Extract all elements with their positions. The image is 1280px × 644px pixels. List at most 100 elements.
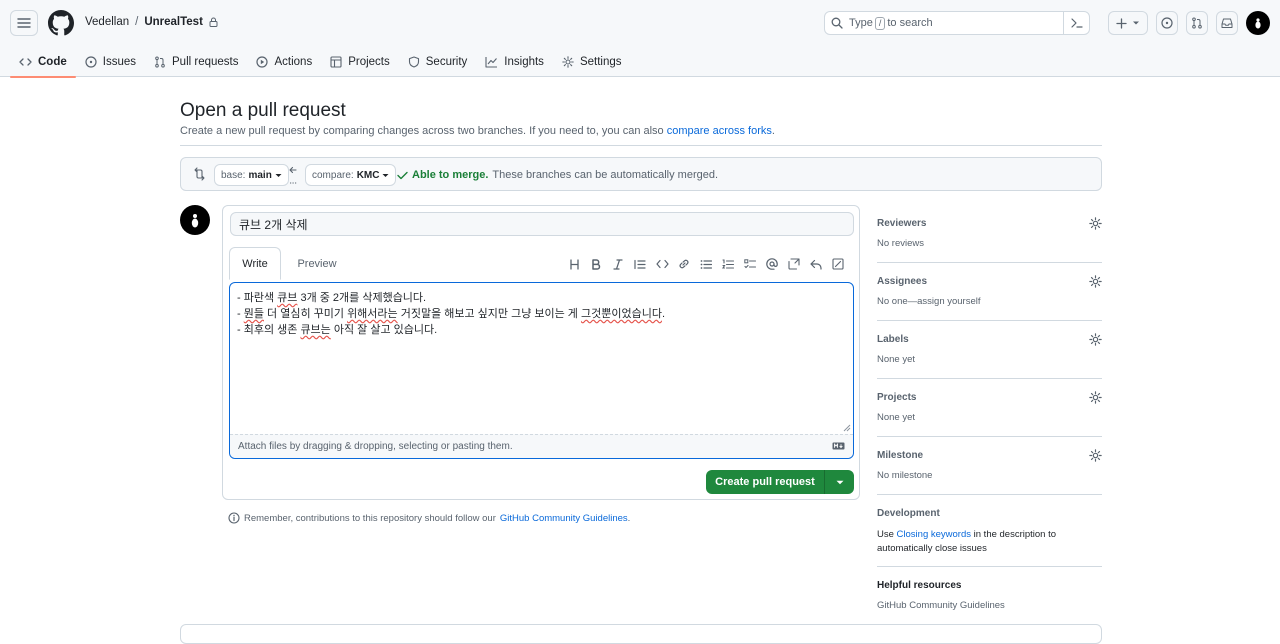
cross-reference-icon (788, 258, 800, 270)
info-icon (228, 512, 240, 524)
tab-actions[interactable]: Actions (247, 46, 321, 77)
pr-title-input[interactable]: 큐브 2개 삭제 (230, 212, 854, 236)
check-icon (397, 171, 408, 179)
mention-button[interactable] (761, 255, 783, 273)
projects-gear-icon[interactable] (1089, 391, 1102, 404)
helpful-resources-link[interactable]: GitHub Community Guidelines (877, 600, 1005, 611)
issue-circle-icon (1161, 17, 1173, 29)
inbox-button[interactable] (1216, 11, 1238, 35)
italic-icon (613, 258, 623, 270)
tab-issues[interactable]: Issues (76, 46, 145, 77)
milestone-gear-icon[interactable] (1089, 449, 1102, 462)
code-icon (19, 57, 32, 66)
base-branch-select[interactable]: base: main (214, 164, 289, 186)
tab-projects[interactable]: Projects (321, 46, 399, 77)
triangle-down-icon (382, 173, 389, 177)
triangle-down-icon (836, 480, 843, 484)
create-new-button[interactable] (1108, 11, 1148, 35)
fullscreen-button[interactable] (827, 255, 849, 273)
resize-handle-icon[interactable] (843, 424, 851, 432)
merge-status: Able to merge. These branches can be aut… (397, 169, 718, 181)
labels-value: None yet (877, 354, 916, 365)
assign-yourself-link[interactable]: assign yourself (917, 296, 980, 307)
menu-button[interactable] (10, 10, 38, 36)
bold-button[interactable] (585, 255, 607, 273)
compare-branch-select[interactable]: compare: KMC (305, 164, 397, 186)
ordered-list-button[interactable] (717, 255, 739, 273)
milestone-section: Milestone No milestone (877, 437, 1102, 495)
tab-actions-label: Actions (274, 55, 313, 68)
undo-button[interactable] (805, 255, 827, 273)
pull-requests-button[interactable] (1186, 11, 1208, 35)
repo-name-link[interactable]: UnrealTest (144, 16, 203, 28)
tab-preview[interactable]: Preview (287, 247, 347, 280)
reviewers-section: Reviewers No reviews (877, 205, 1102, 263)
issues-button[interactable] (1156, 11, 1178, 35)
terminal-icon (1070, 18, 1083, 28)
reviewers-gear-icon[interactable] (1089, 217, 1102, 230)
graph-icon (485, 56, 498, 68)
quote-button[interactable] (629, 255, 651, 273)
tab-code-label: Code (38, 55, 67, 68)
labels-gear-icon[interactable] (1089, 333, 1102, 346)
code-icon (655, 259, 669, 269)
breadcrumb: Vedellan / UnrealTest (85, 16, 218, 28)
shield-icon (408, 55, 419, 68)
app-header: Vedellan / UnrealTest Type / to search C… (0, 0, 1280, 78)
subtitle-end: . (771, 125, 775, 137)
tab-settings-label: Settings (579, 55, 622, 68)
search-placeholder-suffix: to search (887, 17, 933, 29)
inbox-icon (1221, 18, 1233, 28)
closing-keywords-link[interactable]: Closing keywords (897, 529, 971, 540)
milestone-value: No milestone (877, 470, 933, 481)
code-button[interactable] (651, 255, 673, 273)
task-list-button[interactable] (739, 255, 761, 273)
heading-button[interactable] (563, 255, 585, 273)
pr-body-textarea[interactable]: - 파란색 큐브 3개 중 2개를 삭제했습니다. - 뭔들 더 열심히 꾸미기… (229, 282, 854, 459)
github-logo-icon[interactable] (48, 10, 74, 36)
quote-icon (634, 259, 646, 269)
development-text-1: Use (877, 529, 894, 540)
assignees-none: No one— (877, 296, 918, 307)
user-avatar[interactable] (1246, 11, 1270, 35)
base-branch-label: base: (221, 169, 246, 181)
link-button[interactable] (673, 255, 695, 273)
compare-across-forks-link[interactable]: compare across forks (667, 125, 772, 137)
tab-insights[interactable]: Insights (476, 46, 553, 77)
create-options-dropdown[interactable] (825, 480, 854, 485)
tab-write[interactable]: Write (229, 247, 281, 280)
helpful-resources-title: Helpful resources (877, 580, 962, 591)
reply-icon (810, 259, 822, 270)
tab-code[interactable]: Code (10, 46, 76, 78)
tab-projects-label: Projects (348, 55, 390, 68)
table-icon (330, 55, 342, 68)
create-pull-request-button[interactable]: Create pull request (706, 470, 854, 494)
unordered-list-button[interactable] (695, 255, 717, 273)
command-palette-button[interactable] (1063, 12, 1089, 34)
reference-button[interactable] (783, 255, 805, 273)
attach-files-bar[interactable]: Attach files by dragging & dropping, sel… (230, 434, 853, 458)
community-guidelines-link[interactable]: GitHub Community Guidelines (500, 513, 628, 524)
italic-button[interactable] (607, 255, 629, 273)
contribution-note-text: Remember, contributions to this reposito… (244, 512, 496, 524)
mention-icon (766, 258, 778, 270)
markdown-toolbar (563, 255, 849, 273)
tab-settings[interactable]: Settings (553, 46, 631, 77)
labels-title: Labels (877, 334, 909, 345)
development-text-3: automatically close issues (877, 543, 987, 554)
tab-insights-label: Insights (504, 55, 544, 68)
tab-pull-requests[interactable]: Pull requests (145, 46, 247, 77)
search-input[interactable]: Type / to search (824, 11, 1090, 35)
tab-security[interactable]: Security (399, 46, 477, 77)
assignees-gear-icon[interactable] (1089, 275, 1102, 288)
assignees-title: Assignees (877, 276, 928, 287)
repo-owner-link[interactable]: Vedellan (85, 16, 129, 28)
attach-files-hint: Attach files by dragging & dropping, sel… (238, 441, 513, 452)
triangle-down-icon (275, 173, 282, 177)
hamburger-icon (17, 18, 31, 28)
projects-value: None yet (877, 412, 916, 423)
projects-section: Projects None yet (877, 379, 1102, 437)
assignees-section: Assignees No one—assign yourself (877, 263, 1102, 321)
tasklist-icon (744, 258, 756, 268)
assignees-value: No one—assign yourself (877, 296, 981, 307)
